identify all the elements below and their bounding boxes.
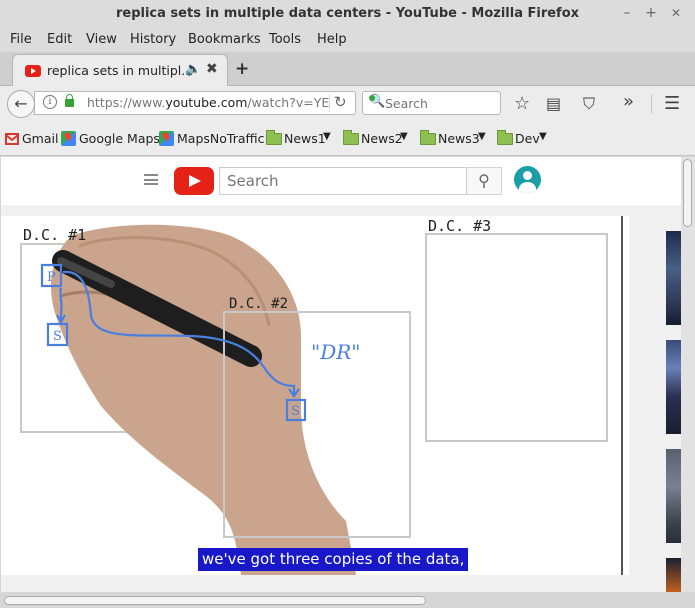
youtube-masthead: ⚲ — [1, 157, 681, 205]
related-video-thumbnail[interactable] — [666, 231, 681, 325]
tab-strip: replica sets in multipl... 🔈 ✖ + — [0, 52, 695, 86]
related-video-thumbnail[interactable] — [666, 449, 681, 543]
gmail-icon — [5, 133, 19, 145]
menu-bookmarks[interactable]: Bookmarks — [188, 32, 261, 47]
youtube-search-input[interactable] — [219, 167, 467, 195]
reload-icon[interactable]: ↻ — [334, 93, 347, 111]
tab-close-button[interactable]: ✖ — [206, 61, 218, 77]
dr-label: "DR" — [311, 340, 361, 364]
player-divider — [621, 216, 623, 575]
bookmarks-toolbar: Gmail Google Maps MapsNoTraffic News1 ▼ … — [0, 122, 695, 156]
new-tab-button[interactable]: + — [235, 59, 249, 79]
browser-search-box[interactable]: 🔍 — [362, 91, 501, 115]
overflow-chevron-icon[interactable]: » — [623, 93, 634, 111]
bookmark-folder-dev[interactable]: Dev — [515, 131, 540, 146]
related-video-thumbnail[interactable] — [666, 558, 681, 592]
video-player[interactable]: D.C. #1 D.C. #2 D.C. #3 P S S "DR" we've… — [1, 216, 629, 575]
dc2-label: D.C. #2 — [229, 296, 288, 312]
close-window-button[interactable]: ✕ — [668, 5, 684, 21]
menu-tools[interactable]: Tools — [269, 32, 301, 47]
scrollbar-thumb[interactable] — [683, 159, 692, 227]
bookmark-folder-news3[interactable]: News3 — [438, 131, 480, 146]
toolbar-divider — [651, 94, 652, 114]
folder-icon — [497, 130, 513, 145]
url-separator — [329, 94, 330, 112]
tab-youtube[interactable]: replica sets in multipl... 🔈 ✖ — [12, 54, 228, 86]
vertical-scrollbar[interactable] — [681, 157, 695, 592]
bookmark-star-icon[interactable]: ☆ — [514, 95, 530, 113]
menu-edit[interactable]: Edit — [47, 32, 72, 47]
folder-icon — [420, 130, 436, 145]
search-icon: 🔍 — [369, 94, 386, 109]
maximize-button[interactable]: + — [643, 5, 659, 21]
chevron-down-icon[interactable]: ▼ — [478, 131, 486, 142]
menu-help[interactable]: Help — [317, 32, 347, 47]
nav-bar: i https://www.youtube.com/watch?v=YE ↻ ←… — [0, 86, 695, 122]
menu-history[interactable]: History — [130, 32, 176, 47]
hand-illustration — [51, 224, 356, 575]
secondary-label-dc2: S — [291, 404, 300, 419]
menu-file[interactable]: File — [10, 32, 32, 47]
guide-menu-icon[interactable] — [144, 174, 158, 185]
bookmark-gmail[interactable]: Gmail — [22, 131, 58, 146]
chevron-down-icon[interactable]: ▼ — [400, 131, 408, 142]
folder-icon — [343, 130, 359, 145]
maps-no-traffic-icon — [159, 131, 174, 146]
url-bar[interactable]: i https://www.youtube.com/watch?v=YE ↻ — [34, 91, 356, 115]
minimize-button[interactable]: – — [619, 5, 635, 21]
dc3-label: D.C. #3 — [428, 217, 491, 235]
dc1-label: D.C. #1 — [23, 226, 86, 244]
video-caption: we've got three copies of the data, — [198, 548, 469, 571]
youtube-search-button[interactable]: ⚲ — [467, 167, 502, 195]
browser-search-input[interactable] — [385, 94, 495, 112]
pocket-icon[interactable]: ⛉ — [583, 95, 595, 113]
secondary-label: S — [53, 329, 62, 344]
window-titlebar: replica sets in multiple data centers - … — [0, 0, 695, 28]
primary-label: P — [47, 270, 56, 285]
menu-view[interactable]: View — [86, 32, 117, 47]
url-text[interactable]: https://www.youtube.com/watch?v=YE — [87, 95, 329, 110]
speaker-icon[interactable]: 🔈 — [185, 62, 201, 77]
search-icon: ⚲ — [478, 171, 490, 190]
lock-icon[interactable] — [65, 94, 74, 107]
avatar[interactable] — [514, 166, 541, 193]
horizontal-scrollbar[interactable] — [0, 592, 695, 608]
scrollbar-thumb[interactable] — [4, 596, 426, 605]
bookmark-folder-news2[interactable]: News2 — [361, 131, 403, 146]
bookmark-google-maps[interactable]: Google Maps — [79, 131, 160, 146]
dc3-box — [425, 233, 608, 442]
bookmark-maps-no-traffic[interactable]: MapsNoTraffic — [177, 131, 264, 146]
chevron-down-icon[interactable]: ▼ — [539, 131, 547, 142]
bookmark-folder-news1[interactable]: News1 — [284, 131, 326, 146]
back-button[interactable]: ← — [7, 90, 35, 118]
folder-icon — [266, 130, 282, 145]
tab-label: replica sets in multipl... — [47, 63, 194, 78]
menu-bar: File Edit View History Bookmarks Tools H… — [0, 28, 695, 52]
info-icon[interactable]: i — [43, 95, 57, 109]
youtube-favicon-icon — [25, 65, 41, 77]
google-maps-icon — [61, 131, 76, 146]
back-arrow-icon: ← — [14, 94, 28, 113]
video-frame: D.C. #1 D.C. #2 D.C. #3 P S S "DR" — [20, 217, 608, 575]
youtube-logo[interactable] — [174, 167, 214, 195]
related-video-thumbnail[interactable] — [666, 340, 681, 434]
window-title: replica sets in multiple data centers - … — [115, 6, 580, 21]
page-content: ⚲ D.C. #1 D.C. #2 D.C. #3 — [1, 157, 681, 592]
hamburger-menu-icon[interactable]: ☰ — [664, 95, 680, 113]
library-icon[interactable]: ▤ — [546, 95, 561, 113]
chevron-down-icon[interactable]: ▼ — [323, 131, 331, 142]
